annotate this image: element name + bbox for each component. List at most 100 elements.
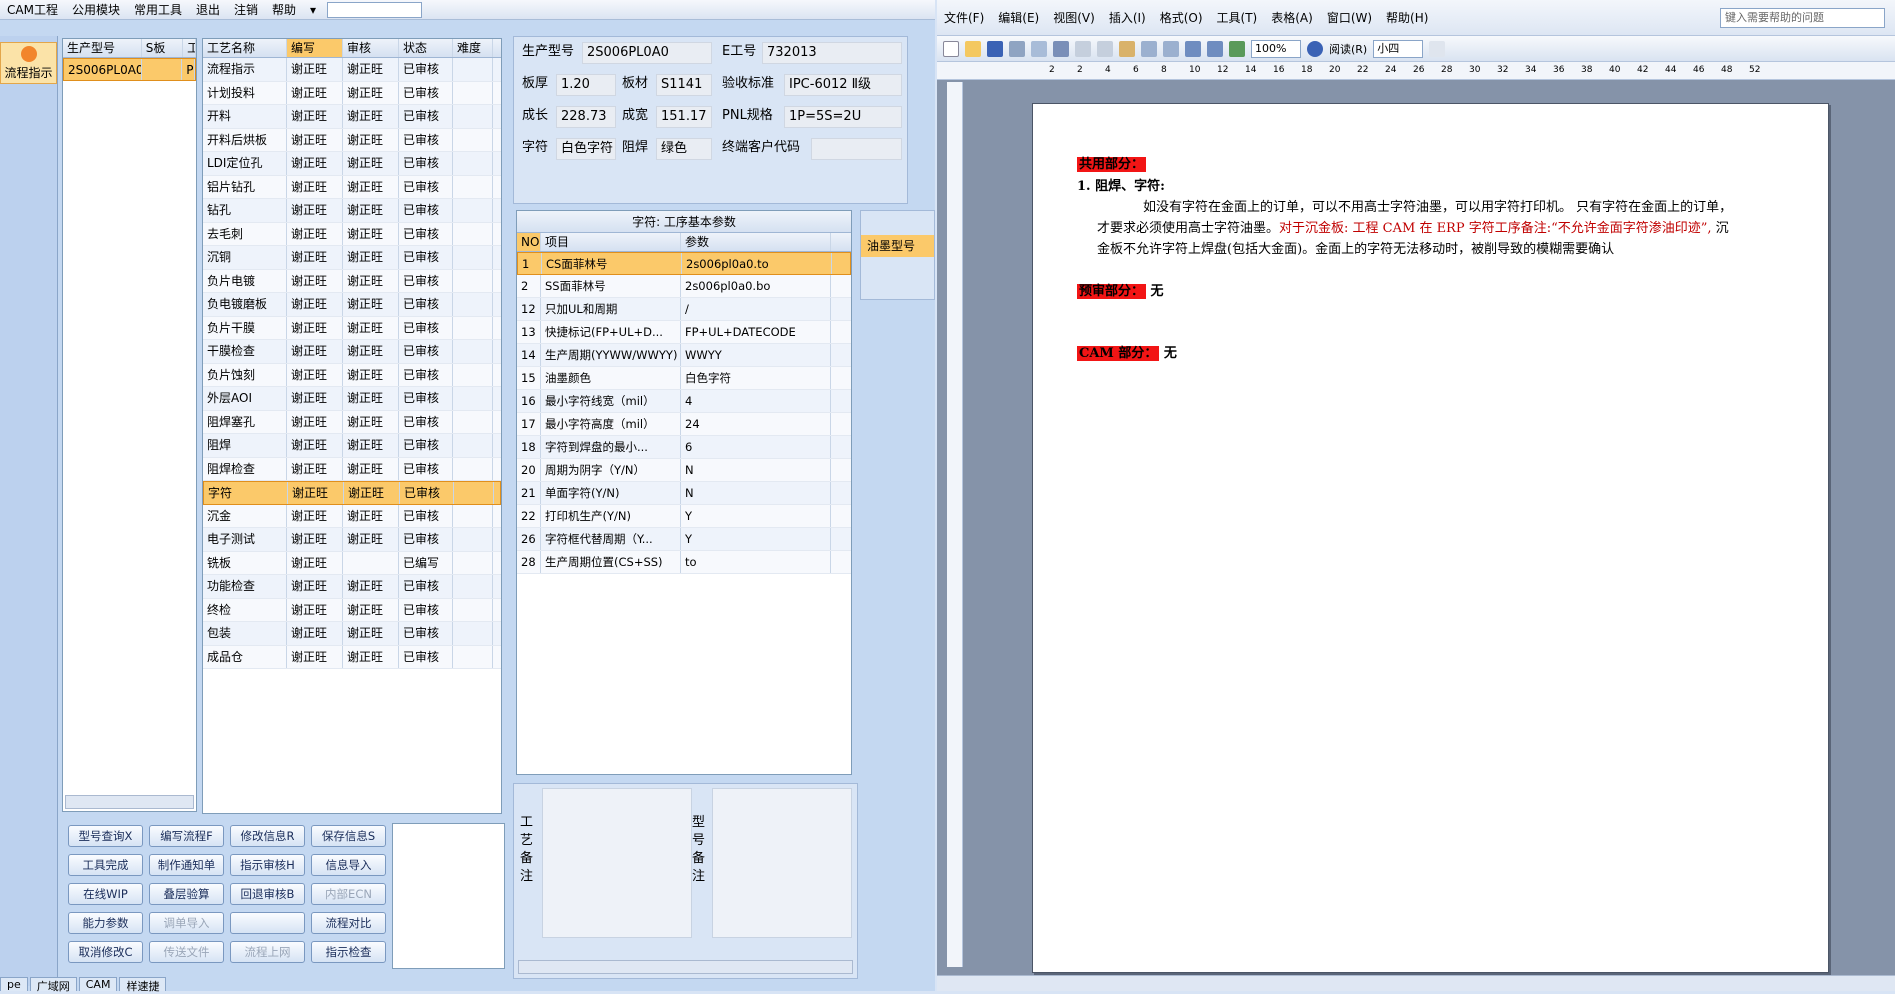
font-size-select[interactable]: 小四 xyxy=(1373,39,1424,58)
table-row[interactable]: 2S006PL0A0 P xyxy=(63,58,196,81)
mask-field[interactable]: 绿色 xyxy=(656,138,712,160)
preview-icon[interactable] xyxy=(1031,40,1047,57)
action-button[interactable]: 在线WIP xyxy=(68,883,143,905)
horizontal-ruler[interactable]: 2 2 4 6 8 10 12 14 16 18 20 22 24 26 28 30 32 34 36 38 40 42 4… xyxy=(937,62,1895,80)
new-icon[interactable] xyxy=(943,40,959,57)
table-row[interactable]: 13 快捷标记(FP+UL+D... FP+UL+DATECODE xyxy=(517,321,851,344)
table-row[interactable]: 15 油墨颜色 白色字符 xyxy=(517,367,851,390)
col-s[interactable]: S板 xyxy=(142,39,184,57)
table-row[interactable]: 铝片钻孔 谢正旺 谢正旺 已审核 xyxy=(203,175,501,199)
menu-window[interactable]: 窗口(W) xyxy=(1320,9,1379,26)
tab-cam[interactable]: CAM xyxy=(78,977,118,991)
table-row[interactable]: 阻焊 谢正旺 谢正旺 已审核 xyxy=(203,434,501,458)
quick-dropdown[interactable] xyxy=(327,1,423,18)
standard-field[interactable]: IPC-6012 Ⅱ级 xyxy=(784,74,902,96)
action-button[interactable]: 保存信息S xyxy=(311,825,386,847)
pnl-field[interactable]: 1P=5S=2U xyxy=(784,106,902,128)
action-button[interactable]: 取消修改C xyxy=(68,941,143,963)
action-button[interactable]: 流程上网 xyxy=(230,941,305,963)
menu-tools[interactable]: 工具(T) xyxy=(1210,9,1265,26)
flow-indicator-button[interactable]: 流程指示 xyxy=(0,42,57,84)
action-button[interactable]: 能力参数 xyxy=(68,912,143,934)
material-field[interactable]: S1141 xyxy=(656,74,712,96)
table-row[interactable]: 成品仓 谢正旺 谢正旺 已审核 xyxy=(203,645,501,669)
action-button[interactable]: 指示审核H xyxy=(230,854,305,876)
table-row[interactable]: 沉金 谢正旺 谢正旺 已审核 xyxy=(203,504,501,528)
table-row[interactable]: 负电镀磨板 谢正旺 谢正旺 已审核 xyxy=(203,293,501,317)
zoom-select[interactable]: 100% xyxy=(1251,39,1301,58)
tab-sample[interactable]: 样速捷 xyxy=(119,977,167,993)
copy-icon[interactable] xyxy=(1097,40,1113,57)
chevron-down-icon[interactable]: ▾ xyxy=(303,3,323,17)
table-row[interactable]: 17 最小字符高度（mil） 24 xyxy=(517,413,851,436)
table-row[interactable]: 14 生产周期(YYWW/WWYY) WWYY xyxy=(517,344,851,367)
menu-public[interactable]: 公用模块 xyxy=(65,1,127,18)
help-icon[interactable] xyxy=(1307,40,1323,57)
col-model[interactable]: 生产型号 xyxy=(63,39,142,57)
table-row[interactable]: 21 单面字符(Y/N) N xyxy=(517,482,851,505)
spell-icon[interactable] xyxy=(1053,40,1069,57)
menu-exit[interactable]: 退出 xyxy=(189,1,227,18)
menu-cam[interactable]: CAM工程 xyxy=(0,1,65,18)
table-row[interactable]: 22 打印机生产(Y/N) Y xyxy=(517,505,851,528)
table-row[interactable]: 铣板 谢正旺 已编写 xyxy=(203,551,501,575)
action-button[interactable]: 编写流程F xyxy=(149,825,224,847)
redo-icon[interactable] xyxy=(1163,40,1179,57)
width-field[interactable]: 151.17 xyxy=(656,106,712,128)
table-row[interactable]: 外层AOI 谢正旺 谢正旺 已审核 xyxy=(203,387,501,411)
process-note-box[interactable] xyxy=(542,788,692,938)
table-row[interactable]: 字符 谢正旺 谢正旺 已审核 xyxy=(203,481,501,505)
col-item[interactable]: 项目 xyxy=(541,233,681,251)
menu-help[interactable]: 帮助(H) xyxy=(1379,9,1435,26)
print-icon[interactable] xyxy=(1009,40,1025,57)
action-button[interactable]: 流程对比 xyxy=(311,912,386,934)
h-scrollbar[interactable] xyxy=(65,795,194,809)
action-button[interactable]: 制作通知单 xyxy=(149,854,224,876)
col-process[interactable]: 工艺名称 xyxy=(203,39,287,57)
table-row[interactable]: 2 SS面菲林号 2s006pl0a0.bo xyxy=(517,275,851,298)
table-icon[interactable] xyxy=(1185,40,1201,57)
action-button[interactable]: 调单导入 xyxy=(149,912,224,934)
col-difficulty[interactable]: 难度 xyxy=(453,39,493,57)
table-row[interactable]: 包装 谢正旺 谢正旺 已审核 xyxy=(203,622,501,646)
action-button[interactable]: 修改信息R xyxy=(230,825,305,847)
menu-table[interactable]: 表格(A) xyxy=(1264,9,1320,26)
open-icon[interactable] xyxy=(965,40,981,57)
menu-format[interactable]: 格式(O) xyxy=(1153,9,1210,26)
action-button[interactable]: 信息导入 xyxy=(311,854,386,876)
table-row[interactable]: 1 CS面菲林号 2s006pl0a0.to xyxy=(517,252,851,275)
col-value[interactable]: 参数 xyxy=(681,233,831,251)
align-icon[interactable] xyxy=(1429,40,1446,57)
table-row[interactable]: 负片干膜 谢正旺 谢正旺 已审核 xyxy=(203,316,501,340)
col-status[interactable]: 状态 xyxy=(399,39,453,57)
table-row[interactable]: 阻焊塞孔 谢正旺 谢正旺 已审核 xyxy=(203,410,501,434)
read-button[interactable]: 阅读(R) xyxy=(1329,41,1367,57)
table-row[interactable]: 钻孔 谢正旺 谢正旺 已审核 xyxy=(203,199,501,223)
table-row[interactable]: 沉铜 谢正旺 谢正旺 已审核 xyxy=(203,246,501,270)
menu-file[interactable]: 文件(F) xyxy=(937,9,991,26)
e-number-field[interactable]: 732013 xyxy=(762,42,902,64)
table-row[interactable]: 负片蚀刻 谢正旺 谢正旺 已审核 xyxy=(203,363,501,387)
action-button[interactable]: 叠层验算 xyxy=(149,883,224,905)
action-button[interactable]: 传送文件 xyxy=(149,941,224,963)
model-field[interactable]: 2S006PL0A0 xyxy=(582,42,712,64)
table-row[interactable]: 12 只加UL和周期 / xyxy=(517,298,851,321)
action-button[interactable]: 型号查询X xyxy=(68,825,143,847)
table-row[interactable]: 20 周期为阴字（Y/N） N xyxy=(517,459,851,482)
table-row[interactable]: 阻焊检查 谢正旺 谢正旺 已审核 xyxy=(203,457,501,481)
action-button[interactable] xyxy=(230,912,305,934)
save-icon[interactable] xyxy=(987,40,1003,57)
menu-edit[interactable]: 编辑(E) xyxy=(991,9,1046,26)
table-row[interactable]: 流程指示 谢正旺 谢正旺 已审核 xyxy=(203,58,501,82)
col-no[interactable]: NO xyxy=(517,233,541,251)
action-button[interactable]: 内部ECN xyxy=(311,883,386,905)
action-button[interactable]: 回退审核B xyxy=(230,883,305,905)
customer-code-field[interactable] xyxy=(811,138,902,160)
menu-help[interactable]: 帮助 xyxy=(265,1,303,18)
undo-icon[interactable] xyxy=(1141,40,1157,57)
help-search-input[interactable]: 键入需要帮助的问题 xyxy=(1720,7,1885,28)
cut-icon[interactable] xyxy=(1075,40,1091,57)
table-row[interactable]: 开料 谢正旺 谢正旺 已审核 xyxy=(203,105,501,129)
table-row[interactable]: 计划投料 谢正旺 谢正旺 已审核 xyxy=(203,81,501,105)
table-row[interactable]: 干膜检查 谢正旺 谢正旺 已审核 xyxy=(203,340,501,364)
